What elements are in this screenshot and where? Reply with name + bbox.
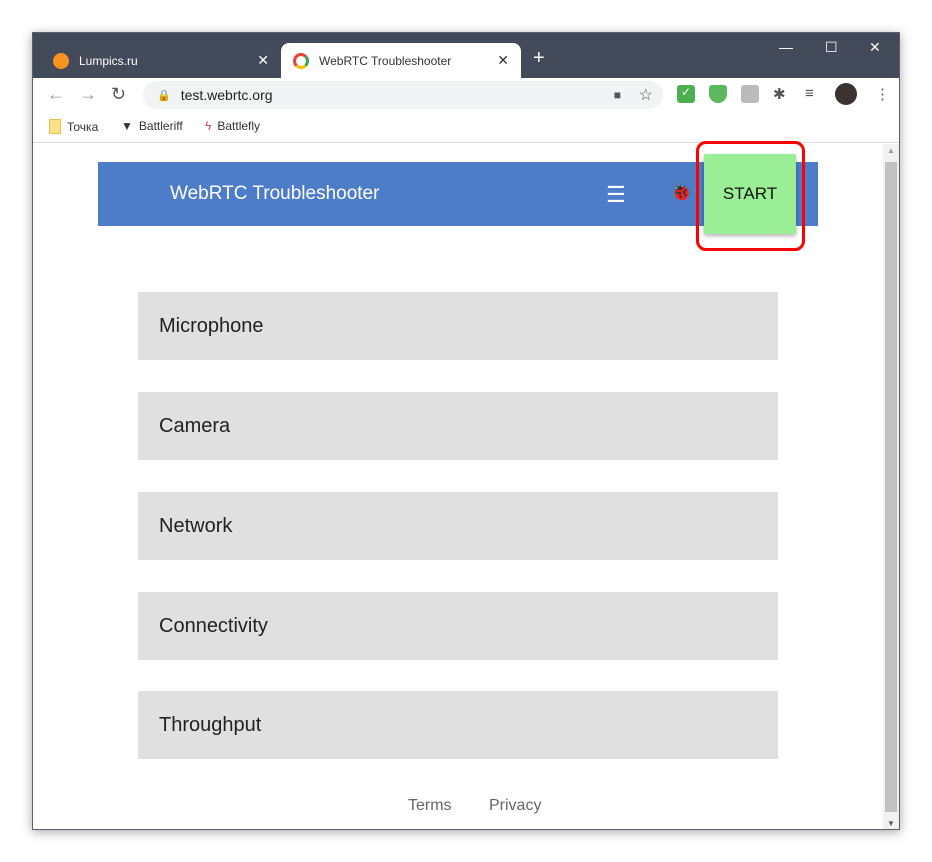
bookmark-battleriff[interactable]: ▼ Battleriff — [121, 119, 183, 133]
page-content: WebRTC Troubleshooter ☰ 🐞 START Micropho… — [33, 141, 883, 829]
reload-icon[interactable]: ↻ — [111, 84, 126, 105]
scrollbar-thumb[interactable] — [885, 162, 897, 812]
webrtc-favicon-icon — [293, 52, 309, 69]
test-microphone[interactable]: Microphone — [138, 292, 778, 360]
check-extension-icon[interactable]: ✓ — [677, 85, 695, 103]
folder-icon — [49, 119, 61, 134]
bug-icon[interactable]: 🐞 — [670, 182, 692, 203]
terms-link[interactable]: Terms — [408, 797, 452, 815]
privacy-link[interactable]: Privacy — [489, 797, 541, 815]
scroll-down-icon[interactable]: ▼ — [887, 819, 895, 828]
camera-blocked-icon[interactable]: ■ — [614, 88, 621, 102]
title-bar: Lumpics.ru ✕ WebRTC Troubleshooter ✕ + —… — [33, 33, 899, 78]
new-tab-icon[interactable]: + — [533, 47, 545, 70]
minimize-icon[interactable]: — — [779, 39, 793, 55]
lock-icon: 🔒 — [157, 89, 171, 102]
menu-icon[interactable]: ☰ — [606, 182, 626, 208]
toolbar: ← → ↻ 🔒 test.webrtc.org ■ ☆ ✓ ✱ ≡ ⋮ — [33, 78, 899, 111]
bookmark-label: Точка — [67, 119, 99, 134]
browser-window: Lumpics.ru ✕ WebRTC Troubleshooter ✕ + —… — [32, 32, 900, 830]
battlefly-icon: ϟ — [205, 119, 212, 133]
lumpics-favicon-icon — [53, 52, 69, 69]
test-network[interactable]: Network — [138, 492, 778, 560]
forward-icon[interactable]: → — [79, 84, 97, 105]
back-icon[interactable]: ← — [47, 84, 65, 105]
avatar[interactable] — [835, 83, 857, 105]
battleriff-icon: ▼ — [121, 119, 133, 133]
test-throughput[interactable]: Throughput — [138, 691, 778, 759]
start-button[interactable]: START — [704, 154, 796, 234]
url-text: test.webrtc.org — [180, 87, 273, 103]
address-bar[interactable]: 🔒 test.webrtc.org ■ ☆ — [143, 81, 663, 109]
bookmark-battlefly[interactable]: ϟ Battlefly — [205, 119, 260, 133]
close-tab-icon[interactable]: ✕ — [497, 52, 509, 69]
close-window-icon[interactable]: ✕ — [869, 39, 881, 56]
scroll-up-icon[interactable]: ▲ — [887, 146, 895, 155]
adguard-shield-icon[interactable] — [709, 85, 727, 103]
extension-hand-icon[interactable] — [741, 85, 759, 103]
tab-title: WebRTC Troubleshooter — [319, 53, 452, 68]
bookmark-tochka[interactable]: Точка — [49, 119, 98, 134]
tab-lumpics[interactable]: Lumpics.ru ✕ — [41, 43, 281, 78]
star-icon[interactable]: ☆ — [639, 85, 653, 105]
app-title: WebRTC Troubleshooter — [170, 183, 380, 204]
scrollbar[interactable]: ▲ ▼ — [883, 144, 899, 829]
bookmark-label: Battleriff — [138, 119, 183, 133]
tab-webrtc[interactable]: WebRTC Troubleshooter ✕ — [281, 43, 521, 78]
more-menu-icon[interactable]: ⋮ — [875, 85, 893, 103]
extensions-puzzle-icon[interactable]: ✱ — [773, 85, 791, 103]
test-camera[interactable]: Camera — [138, 392, 778, 460]
tab-title: Lumpics.ru — [79, 53, 138, 68]
maximize-icon[interactable]: ☐ — [825, 39, 838, 56]
bookmarks-bar: Точка ▼ Battleriff ϟ Battlefly — [33, 111, 899, 143]
test-connectivity[interactable]: Connectivity — [138, 592, 778, 660]
bookmark-label: Battlefly — [217, 119, 261, 133]
media-playlist-icon[interactable]: ≡ — [805, 85, 823, 103]
close-tab-icon[interactable]: ✕ — [257, 52, 269, 69]
